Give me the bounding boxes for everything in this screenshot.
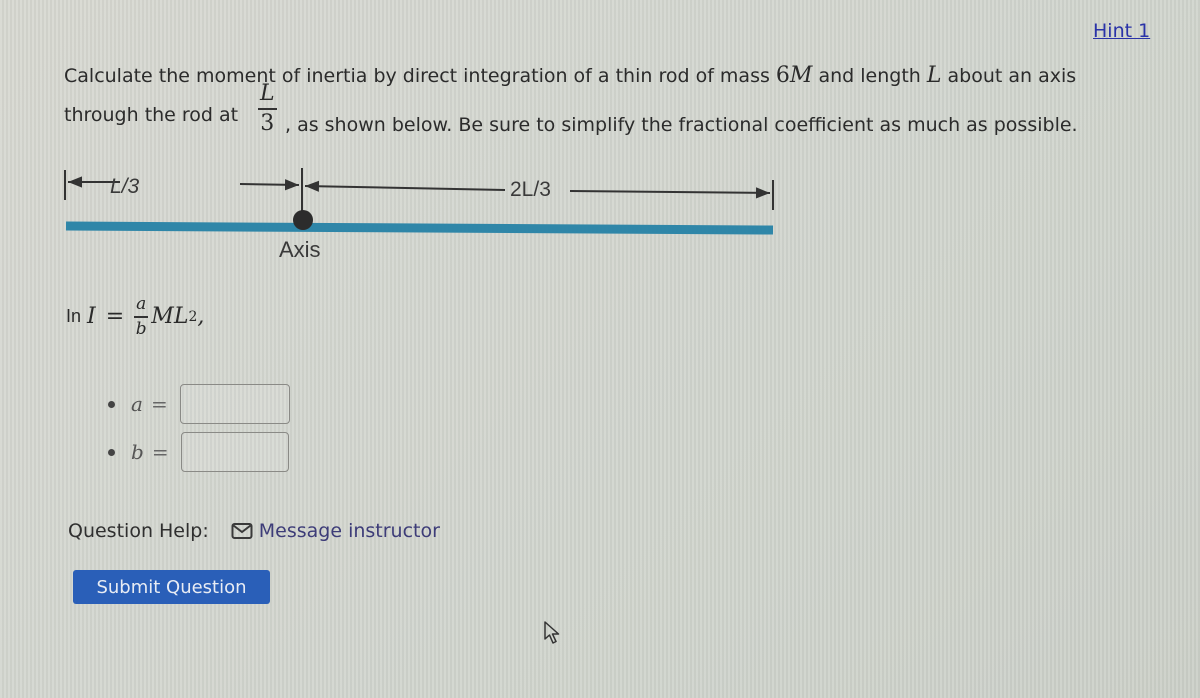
prompt-text: and length [812,65,927,87]
fraction-denominator: 3 [260,110,275,136]
answer-row-b: b = [108,432,289,472]
hint-1-link[interactable]: Hint 1 [1093,20,1150,42]
formula-prefix: In [66,306,82,327]
mass-coefficient: 6 [775,63,790,88]
envelope-icon[interactable] [231,522,253,540]
formula-denominator: b [135,318,147,339]
formula-lhs: I [87,304,96,330]
formula: In I = a b ML 2, [66,296,204,338]
bullet [108,400,115,408]
variable-a-label: a [131,392,143,416]
prompt-text: through the rod at [64,104,239,126]
prompt-line-2: through the rod at [64,104,238,126]
question-help-label: Question Help: [68,520,209,542]
axis-position-fraction: L 3 [258,83,277,135]
formula-fraction: a b [134,294,149,339]
formula-rhs: ML [151,304,189,330]
message-instructor-link[interactable]: Message instructor [259,520,440,542]
equals-sign: = [150,392,168,416]
left-dimension-arrow-right [239,179,300,191]
fraction-bar [134,316,149,318]
question-help: Question Help: Message instructor [68,520,440,542]
fraction-bar [258,108,277,110]
length-variable: L [926,63,942,88]
fraction-numerator: L [260,81,275,106]
bullet [108,448,115,456]
formula-comma: , [197,304,205,330]
prompt-line-2-continued: , as shown below. Be sure to simplify th… [285,114,1078,136]
formula-exponent: 2 [188,308,198,325]
formula-numerator: a [136,294,147,314]
answer-a-input[interactable] [179,384,290,424]
right-segment-label: 2L/3 [510,178,551,201]
formula-equals: = [105,304,125,330]
prompt-line-1: Calculate the moment of inertia by direc… [64,63,1076,88]
rod-diagram [64,168,774,235]
mouse-pointer-icon [544,621,560,644]
axis-label: Axis [279,237,321,262]
right-dimension-arrow-right [569,187,771,199]
left-segment-label: L/3 [110,175,140,198]
prompt-text: about an axis [941,65,1077,87]
prompt-text: Calculate the moment of inertia by direc… [64,65,776,87]
equals-sign: = [151,440,169,464]
submit-question-button[interactable]: Submit Question [73,570,270,604]
right-dimension-arrow-left [304,180,506,192]
mass-variable: M [789,63,813,88]
answer-row-a: a = [108,384,290,424]
axis-point [293,210,313,230]
rod [65,221,774,235]
variable-b-label: b [131,440,144,464]
answer-b-input[interactable] [180,432,289,472]
prompt-text: , as shown below. Be sure to simplify th… [285,114,1078,136]
